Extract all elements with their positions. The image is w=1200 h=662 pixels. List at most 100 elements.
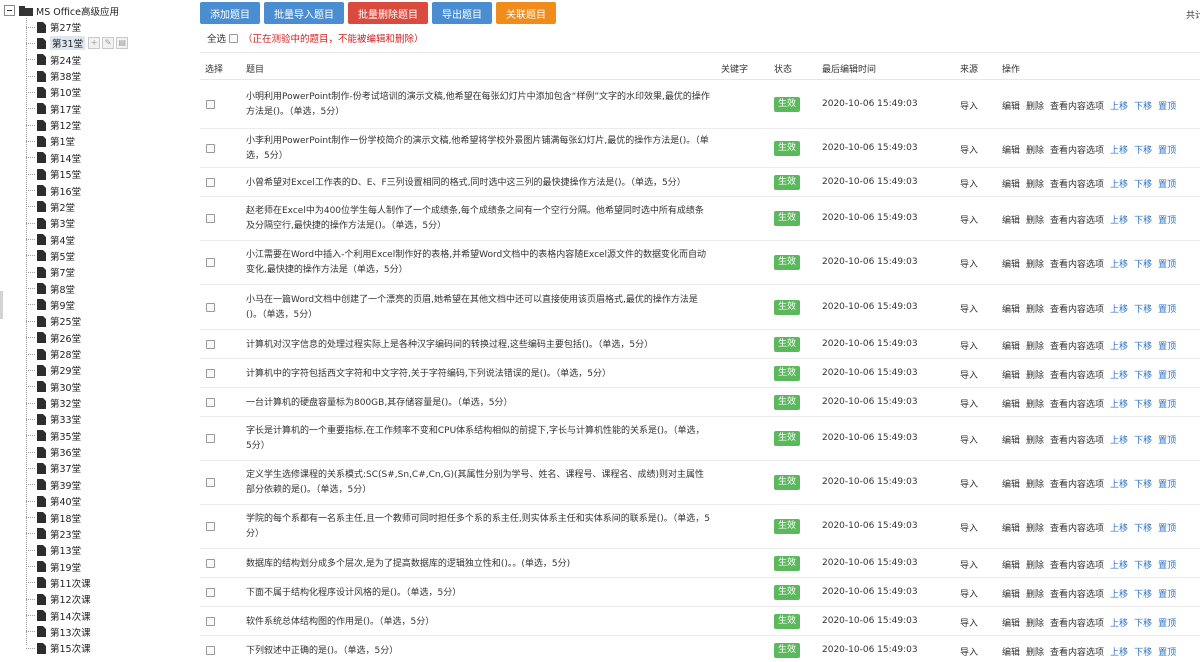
delete-link[interactable]: 删除 <box>1026 339 1044 352</box>
view-options-link[interactable]: 查看内容选项 <box>1050 177 1104 190</box>
pin-top-link[interactable]: 置顶 <box>1158 521 1176 534</box>
view-options-link[interactable]: 查看内容选项 <box>1050 477 1104 490</box>
row-checkbox[interactable] <box>206 478 215 487</box>
tree-item[interactable]: 第28堂 <box>26 346 81 362</box>
tree-item[interactable]: 第2堂 <box>26 199 75 215</box>
view-options-link[interactable]: 查看内容选项 <box>1050 521 1104 534</box>
edit-link[interactable]: 编辑 <box>1002 302 1020 315</box>
move-up-link[interactable]: 上移 <box>1110 616 1128 629</box>
view-options-link[interactable]: 查看内容选项 <box>1050 302 1104 315</box>
pin-top-link[interactable]: 置顶 <box>1158 397 1176 410</box>
row-checkbox[interactable] <box>206 558 215 568</box>
edit-link[interactable]: 编辑 <box>1002 645 1020 658</box>
view-options-link[interactable]: 查看内容选项 <box>1050 645 1104 658</box>
row-checkbox[interactable] <box>206 522 215 531</box>
edit-link[interactable]: 编辑 <box>1002 99 1020 112</box>
tree-item[interactable]: 第1堂 <box>26 133 75 149</box>
row-checkbox[interactable] <box>206 99 215 109</box>
batch-delete-button[interactable]: 批量删除题目 <box>348 2 428 24</box>
tree-item[interactable]: 第38堂 <box>26 68 81 84</box>
row-checkbox[interactable] <box>206 368 215 378</box>
move-down-link[interactable]: 下移 <box>1134 339 1152 352</box>
view-options-link[interactable]: 查看内容选项 <box>1050 257 1104 270</box>
pin-top-link[interactable]: 置顶 <box>1158 99 1176 112</box>
view-options-link[interactable]: 查看内容选项 <box>1050 558 1104 571</box>
move-up-link[interactable]: 上移 <box>1110 477 1128 490</box>
view-options-link[interactable]: 查看内容选项 <box>1050 99 1104 112</box>
tree-item[interactable]: 第7堂 <box>26 264 75 280</box>
add-node-icon[interactable]: + <box>88 37 101 50</box>
add-question-button[interactable]: 添加题目 <box>200 2 260 24</box>
pin-top-link[interactable]: 置顶 <box>1158 616 1176 629</box>
edit-link[interactable]: 编辑 <box>1002 368 1020 381</box>
pin-top-link[interactable]: 置顶 <box>1158 339 1176 352</box>
edit-link[interactable]: 编辑 <box>1002 521 1020 534</box>
move-down-link[interactable]: 下移 <box>1134 477 1152 490</box>
delete-link[interactable]: 删除 <box>1026 433 1044 446</box>
delete-link[interactable]: 删除 <box>1026 558 1044 571</box>
sidebar-collapse-handle[interactable] <box>0 291 3 319</box>
tree-item[interactable]: 第40堂 <box>26 493 81 509</box>
move-up-link[interactable]: 上移 <box>1110 339 1128 352</box>
delete-link[interactable]: 删除 <box>1026 616 1044 629</box>
view-options-link[interactable]: 查看内容选项 <box>1050 143 1104 156</box>
tree-item[interactable]: 第14次课 <box>26 608 91 624</box>
row-checkbox[interactable] <box>206 587 215 597</box>
move-up-link[interactable]: 上移 <box>1110 368 1128 381</box>
tree-item[interactable]: 第13次课 <box>26 624 91 640</box>
delete-link[interactable]: 删除 <box>1026 587 1044 600</box>
edit-link[interactable]: 编辑 <box>1002 257 1020 270</box>
collapse-icon[interactable] <box>4 5 15 16</box>
pin-top-link[interactable]: 置顶 <box>1158 433 1176 446</box>
link-question-button[interactable]: 关联题目 <box>496 2 556 24</box>
delete-link[interactable]: 删除 <box>1026 99 1044 112</box>
move-up-link[interactable]: 上移 <box>1110 143 1128 156</box>
row-checkbox[interactable] <box>206 214 215 223</box>
tree-item[interactable]: 第35堂 <box>26 428 81 444</box>
edit-link[interactable]: 编辑 <box>1002 558 1020 571</box>
edit-link[interactable]: 编辑 <box>1002 587 1020 600</box>
edit-link[interactable]: 编辑 <box>1002 339 1020 352</box>
move-down-link[interactable]: 下移 <box>1134 302 1152 315</box>
move-down-link[interactable]: 下移 <box>1134 433 1152 446</box>
row-checkbox[interactable] <box>206 645 215 655</box>
move-down-link[interactable]: 下移 <box>1134 645 1152 658</box>
row-checkbox[interactable] <box>206 397 215 407</box>
pin-top-link[interactable]: 置顶 <box>1158 302 1176 315</box>
tree-item[interactable]: 第33堂 <box>26 411 81 427</box>
pin-top-link[interactable]: 置顶 <box>1158 587 1176 600</box>
delete-link[interactable]: 删除 <box>1026 368 1044 381</box>
export-button[interactable]: 导出题目 <box>432 2 492 24</box>
delete-link[interactable]: 删除 <box>1026 257 1044 270</box>
delete-link[interactable]: 删除 <box>1026 302 1044 315</box>
move-up-link[interactable]: 上移 <box>1110 397 1128 410</box>
tree-item[interactable]: 第23堂 <box>26 526 81 542</box>
pin-top-link[interactable]: 置顶 <box>1158 558 1176 571</box>
tree-item[interactable]: 第10堂 <box>26 84 81 100</box>
move-down-link[interactable]: 下移 <box>1134 177 1152 190</box>
edit-link[interactable]: 编辑 <box>1002 397 1020 410</box>
view-options-link[interactable]: 查看内容选项 <box>1050 616 1104 629</box>
tree-item[interactable]: 第37堂 <box>26 460 81 476</box>
view-options-link[interactable]: 查看内容选项 <box>1050 587 1104 600</box>
tree-item[interactable]: 第32堂 <box>26 395 81 411</box>
tree-item[interactable]: 第9堂 <box>26 297 75 313</box>
tree-item[interactable]: 第19堂 <box>26 559 81 575</box>
move-up-link[interactable]: 上移 <box>1110 433 1128 446</box>
pin-top-link[interactable]: 置顶 <box>1158 143 1176 156</box>
move-down-link[interactable]: 下移 <box>1134 99 1152 112</box>
view-options-link[interactable]: 查看内容选项 <box>1050 213 1104 226</box>
pin-top-link[interactable]: 置顶 <box>1158 368 1176 381</box>
move-down-link[interactable]: 下移 <box>1134 213 1152 226</box>
move-up-link[interactable]: 上移 <box>1110 521 1128 534</box>
delete-link[interactable]: 删除 <box>1026 645 1044 658</box>
select-all-checkbox[interactable] <box>229 33 239 43</box>
move-down-link[interactable]: 下移 <box>1134 616 1152 629</box>
edit-link[interactable]: 编辑 <box>1002 433 1020 446</box>
move-down-link[interactable]: 下移 <box>1134 587 1152 600</box>
tree-item[interactable]: 第12次课 <box>26 591 91 607</box>
tree-item[interactable]: 第15次课 <box>26 640 91 656</box>
delete-link[interactable]: 删除 <box>1026 477 1044 490</box>
edit-link[interactable]: 编辑 <box>1002 616 1020 629</box>
tree-item[interactable]: 第15堂 <box>26 166 81 182</box>
